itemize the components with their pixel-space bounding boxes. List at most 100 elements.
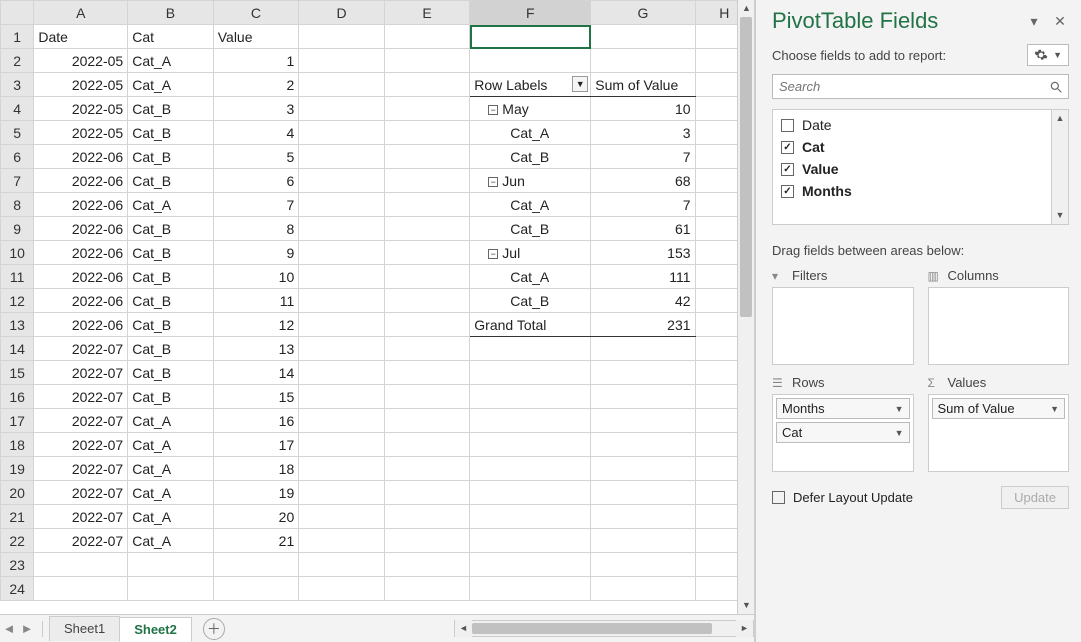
filters-dropzone[interactable] — [772, 287, 914, 365]
cell-E13[interactable] — [384, 313, 470, 337]
cell-A2[interactable]: 2022-05 — [34, 49, 128, 73]
row-hdr-19[interactable]: 19 — [1, 457, 34, 481]
row-hdr-4[interactable]: 4 — [1, 97, 34, 121]
cell-F24[interactable] — [470, 577, 591, 601]
cell-G6[interactable]: 7 — [591, 145, 695, 169]
cell-D17[interactable] — [299, 409, 385, 433]
tab-nav-next[interactable]: ► — [18, 615, 36, 642]
cell-E1[interactable] — [384, 25, 470, 49]
columns-dropzone[interactable] — [928, 287, 1070, 365]
cell-D6[interactable] — [299, 145, 385, 169]
cell-B2[interactable]: Cat_A — [128, 49, 214, 73]
cell-F14[interactable] — [470, 337, 591, 361]
cell-C8[interactable]: 7 — [213, 193, 299, 217]
row-hdr-1[interactable]: 1 — [1, 25, 34, 49]
cell-B9[interactable]: Cat_B — [128, 217, 214, 241]
cell-C16[interactable]: 15 — [213, 385, 299, 409]
cell-F16[interactable] — [470, 385, 591, 409]
cell-F2[interactable] — [470, 49, 591, 73]
scroll-right-arrow[interactable]: ► — [736, 620, 753, 637]
row-hdr-12[interactable]: 12 — [1, 289, 34, 313]
row-hdr-5[interactable]: 5 — [1, 121, 34, 145]
cell-C15[interactable]: 14 — [213, 361, 299, 385]
cell-C11[interactable]: 10 — [213, 265, 299, 289]
cell-C23[interactable] — [213, 553, 299, 577]
cell-G17[interactable] — [591, 409, 695, 433]
col-hdr-A[interactable]: A — [34, 1, 128, 25]
cell-G4[interactable]: 10 — [591, 97, 695, 121]
cell-F6[interactable]: Cat_B — [470, 145, 591, 169]
cell-G23[interactable] — [591, 553, 695, 577]
cell-C3[interactable]: 2 — [213, 73, 299, 97]
vertical-scrollbar[interactable]: ▲ ▼ — [737, 0, 754, 614]
cell-E16[interactable] — [384, 385, 470, 409]
add-sheet-button[interactable]: ＋ — [203, 618, 225, 640]
col-hdr-C[interactable]: C — [213, 1, 299, 25]
cell-D2[interactable] — [299, 49, 385, 73]
collapse-icon[interactable]: − — [488, 105, 498, 115]
cell-B8[interactable]: Cat_A — [128, 193, 214, 217]
cell-G8[interactable]: 7 — [591, 193, 695, 217]
cell-E10[interactable] — [384, 241, 470, 265]
cell-F11[interactable]: Cat_A — [470, 265, 591, 289]
row-hdr-17[interactable]: 17 — [1, 409, 34, 433]
row-hdr-24[interactable]: 24 — [1, 577, 34, 601]
scroll-down-arrow[interactable]: ▼ — [738, 597, 754, 614]
cell-D19[interactable] — [299, 457, 385, 481]
field-search[interactable] — [772, 74, 1069, 99]
cell-E19[interactable] — [384, 457, 470, 481]
cell-A12[interactable]: 2022-06 — [34, 289, 128, 313]
cell-A6[interactable]: 2022-06 — [34, 145, 128, 169]
cell-D15[interactable] — [299, 361, 385, 385]
cell-F19[interactable] — [470, 457, 591, 481]
cell-G2[interactable] — [591, 49, 695, 73]
cell-D4[interactable] — [299, 97, 385, 121]
cell-E8[interactable] — [384, 193, 470, 217]
cell-F10[interactable]: −Jul — [470, 241, 591, 265]
cell-G20[interactable] — [591, 481, 695, 505]
cell-E15[interactable] — [384, 361, 470, 385]
col-hdr-G[interactable]: G — [591, 1, 695, 25]
cell-B19[interactable]: Cat_A — [128, 457, 214, 481]
cell-F12[interactable]: Cat_B — [470, 289, 591, 313]
row-hdr-2[interactable]: 2 — [1, 49, 34, 73]
defer-checkbox[interactable] — [772, 491, 785, 504]
field-checkbox[interactable]: ✓ — [781, 185, 794, 198]
cell-G13[interactable]: 231 — [591, 313, 695, 337]
cell-C24[interactable] — [213, 577, 299, 601]
pivot-filter-dropdown[interactable]: ▼ — [572, 76, 588, 92]
cell-C5[interactable]: 4 — [213, 121, 299, 145]
cell-C18[interactable]: 17 — [213, 433, 299, 457]
field-chip-sum-of-value[interactable]: Sum of Value▼ — [932, 398, 1066, 419]
row-hdr-6[interactable]: 6 — [1, 145, 34, 169]
cell-F8[interactable]: Cat_A — [470, 193, 591, 217]
cell-F7[interactable]: −Jun — [470, 169, 591, 193]
cell-G1[interactable] — [591, 25, 695, 49]
cell-F22[interactable] — [470, 529, 591, 553]
cell-B3[interactable]: Cat_A — [128, 73, 214, 97]
cell-F3[interactable]: Row Labels▼ — [470, 73, 591, 97]
cell-D14[interactable] — [299, 337, 385, 361]
cell-F20[interactable] — [470, 481, 591, 505]
cell-B18[interactable]: Cat_A — [128, 433, 214, 457]
layout-options-button[interactable]: ▼ — [1027, 44, 1069, 66]
fieldlist-scroll-down[interactable]: ▼ — [1052, 207, 1068, 224]
cell-B21[interactable]: Cat_A — [128, 505, 214, 529]
cell-G3[interactable]: Sum of Value — [591, 73, 695, 97]
cell-B12[interactable]: Cat_B — [128, 289, 214, 313]
cell-G22[interactable] — [591, 529, 695, 553]
cell-E4[interactable] — [384, 97, 470, 121]
cell-D11[interactable] — [299, 265, 385, 289]
cell-E23[interactable] — [384, 553, 470, 577]
cell-B4[interactable]: Cat_B — [128, 97, 214, 121]
cell-D5[interactable] — [299, 121, 385, 145]
row-hdr-13[interactable]: 13 — [1, 313, 34, 337]
cell-F15[interactable] — [470, 361, 591, 385]
cell-B17[interactable]: Cat_A — [128, 409, 214, 433]
tab-nav-prev[interactable]: ◄ — [0, 615, 18, 642]
cell-D3[interactable] — [299, 73, 385, 97]
scroll-left-arrow[interactable]: ◄ — [455, 620, 472, 637]
cell-B6[interactable]: Cat_B — [128, 145, 214, 169]
cell-A18[interactable]: 2022-07 — [34, 433, 128, 457]
col-hdr-E[interactable]: E — [384, 1, 470, 25]
